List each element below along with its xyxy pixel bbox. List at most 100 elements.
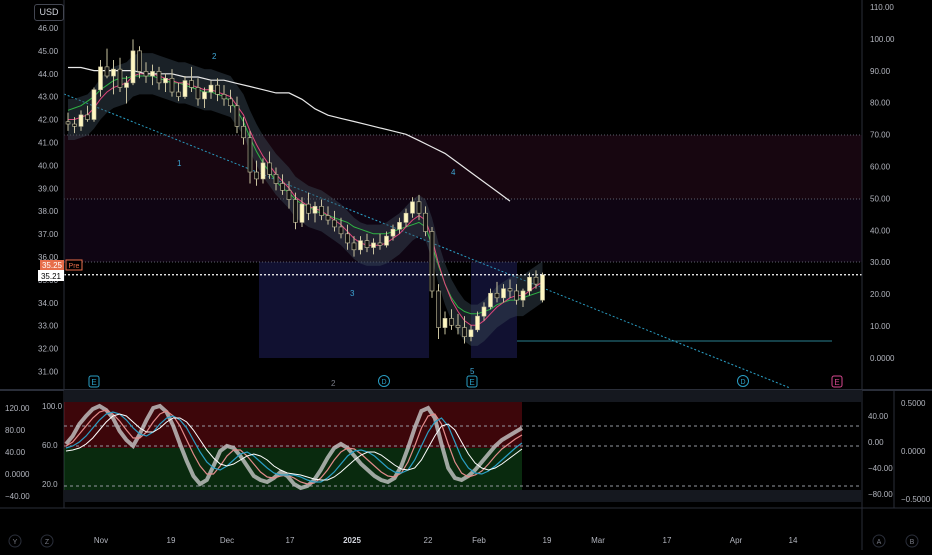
candle-body (462, 327, 467, 338)
candle-body (260, 162, 266, 180)
candle-body (104, 66, 110, 77)
candle-body (371, 242, 376, 248)
earnings-marker-1-label: E (91, 378, 96, 387)
candle-body (410, 201, 415, 214)
osc-far-tick: 0.0000 (901, 447, 926, 456)
candle-body (423, 212, 428, 232)
candle-body (351, 242, 357, 251)
osc-left-tick: 120.00 (5, 404, 30, 413)
candle-body (163, 78, 168, 84)
candle-body (455, 324, 461, 328)
price-tick: 38.00 (38, 207, 59, 216)
price-tick: 42.00 (38, 116, 59, 125)
candle-body (267, 162, 272, 175)
candle-body (488, 292, 493, 308)
corner-button-z-label: Z (45, 539, 50, 546)
candle-body (202, 91, 207, 100)
right-tick: 20.00 (870, 290, 891, 299)
time-tick: 19 (167, 536, 176, 545)
price-tick: 39.00 (38, 184, 59, 193)
time-tick: Dec (220, 536, 234, 545)
osc-inner-tick: 100.0 (42, 402, 63, 411)
mid-band-zone (64, 199, 862, 262)
wave-label-2: 2 (212, 52, 217, 61)
candle-body (481, 306, 487, 317)
candle-body (156, 71, 162, 84)
right-tick: 100.00 (870, 35, 895, 44)
candle-body (124, 82, 129, 88)
candle-body (312, 206, 318, 214)
candle-body (319, 206, 324, 216)
pre-price-value: 35.25 (42, 261, 63, 270)
candle-body (241, 126, 246, 139)
price-tick: 44.00 (38, 70, 59, 79)
candle-body (475, 315, 480, 331)
wave-label-4: 4 (451, 168, 456, 177)
time-tick: 22 (424, 536, 433, 545)
candle-body (293, 199, 298, 223)
candle-body (397, 222, 402, 230)
price-tick: 34.00 (38, 299, 59, 308)
time-tick: Mar (591, 536, 605, 545)
candle-body (143, 71, 149, 77)
currency-button[interactable]: USD (34, 4, 64, 21)
price-tick: 40.00 (38, 161, 59, 170)
dividend-marker-2-label: D (740, 379, 745, 386)
wave-label-1: 1 (177, 159, 182, 168)
price-tick: 32.00 (38, 345, 59, 354)
candle-body (429, 231, 435, 292)
candle-body (65, 121, 71, 125)
candle-body (111, 68, 116, 77)
right-tick: 80.00 (870, 99, 891, 108)
candle-body (72, 123, 77, 127)
candle-body (436, 290, 441, 328)
candle-body (117, 68, 123, 88)
candle-body (98, 66, 103, 91)
candle-body (130, 50, 136, 84)
time-tick: 17 (663, 536, 672, 545)
candle-body (338, 226, 344, 235)
price-tick: 45.00 (38, 47, 59, 56)
candle-body (501, 288, 506, 299)
candle-body (345, 233, 350, 244)
candle-body (195, 87, 201, 100)
candle-body (514, 290, 519, 301)
osc-left-tick: 0.0000 (5, 470, 30, 479)
osc-right-tick: −40.00 (868, 464, 893, 473)
candle-body (215, 84, 220, 95)
osc-right-tick: 0.00 (868, 438, 884, 447)
price-tick: 37.00 (38, 230, 59, 239)
right-tick: 0.0000 (870, 354, 895, 363)
osc-bottom-strip (64, 490, 862, 502)
price-tick: 41.00 (38, 139, 59, 148)
candle-body (169, 78, 175, 93)
candle-body (449, 318, 454, 326)
candle-body (137, 50, 142, 72)
candle-body (306, 203, 311, 214)
candle-body (325, 215, 331, 221)
candle-body (416, 201, 422, 214)
candle-body (520, 290, 526, 301)
candle-body (91, 89, 97, 120)
last-price-value: 35.21 (41, 272, 62, 281)
wave3-box (259, 262, 429, 358)
candle-body (176, 91, 181, 97)
earnings-marker-2-label: E (469, 378, 474, 387)
candle-body (533, 276, 539, 285)
candle-body (228, 98, 233, 107)
candle-body (208, 84, 214, 93)
price-tick: 43.00 (38, 93, 59, 102)
candle-body (364, 240, 370, 248)
corner-button-b-label: B (910, 539, 915, 546)
time-tick: 2025 (343, 536, 361, 545)
candle-body (150, 71, 155, 77)
candle-body (358, 240, 363, 251)
osc-far-tick: 0.5000 (901, 399, 926, 408)
candle-body (286, 190, 292, 200)
corner-button-y-label: Y (13, 539, 18, 546)
pre-tag-label: Pre (69, 263, 80, 270)
earnings-marker-future-label: E (834, 378, 839, 387)
dividend-marker-1-label: D (381, 379, 386, 386)
corner-button-a-label: A (877, 539, 882, 546)
time-tick: 14 (789, 536, 798, 545)
